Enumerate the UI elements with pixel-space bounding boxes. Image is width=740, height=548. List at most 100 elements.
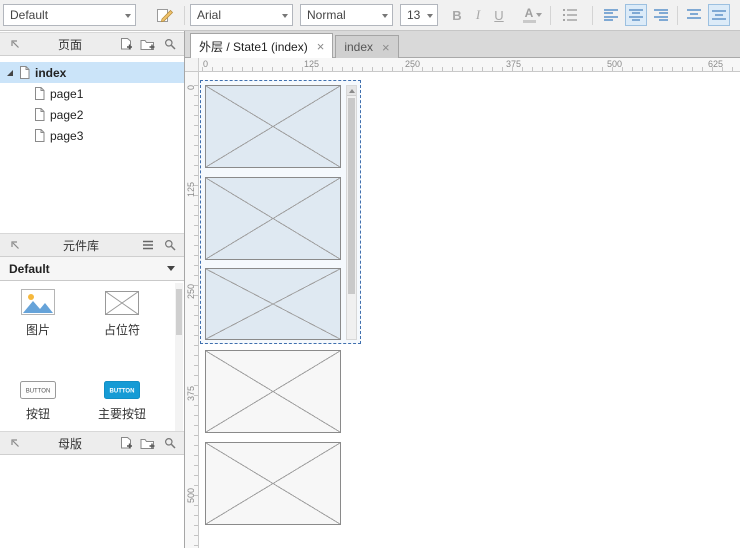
align-middle-icon bbox=[712, 9, 726, 21]
collapse-panel-button[interactable] bbox=[6, 237, 23, 254]
page-tree-item-page3[interactable]: page3 bbox=[0, 125, 184, 146]
pages-panel-header: 页面 bbox=[0, 32, 184, 56]
pages-tree: index page1 page2 page3 bbox=[0, 62, 184, 146]
ruler-label: 500 bbox=[607, 59, 622, 69]
add-master-button[interactable] bbox=[117, 435, 134, 452]
bullet-list-button[interactable] bbox=[558, 4, 582, 26]
font-size-value: 13 bbox=[407, 8, 420, 22]
placeholder-widget-5[interactable] bbox=[205, 442, 341, 525]
toolbar-separator bbox=[550, 6, 551, 25]
chevron-down-icon bbox=[282, 14, 288, 18]
scroll-up-button[interactable] bbox=[347, 86, 356, 96]
collapse-arrow-icon bbox=[10, 240, 20, 250]
page-file-icon bbox=[34, 129, 45, 142]
widget-item-button[interactable]: BUTTON 按钮 bbox=[2, 367, 74, 422]
toolbar: Default Arial Normal 13 B I U A bbox=[0, 0, 740, 31]
font-family-combo[interactable]: Arial bbox=[190, 4, 293, 26]
page-file-icon bbox=[34, 108, 45, 121]
tree-expander-icon bbox=[6, 69, 14, 77]
add-page-button[interactable] bbox=[117, 36, 134, 53]
toolbar-separator bbox=[677, 6, 678, 25]
button-widget-icon: BUTTON bbox=[20, 381, 56, 399]
chevron-down-icon bbox=[382, 14, 388, 18]
image-widget-icon bbox=[21, 289, 55, 315]
edit-style-button[interactable] bbox=[152, 4, 178, 26]
add-page-icon bbox=[119, 37, 133, 51]
widget-item-label: 占位符 bbox=[86, 321, 158, 338]
axure-window: Default Arial Normal 13 B I U A bbox=[0, 0, 740, 548]
placeholder-widget-2[interactable] bbox=[205, 177, 341, 260]
search-widgets-button[interactable] bbox=[161, 237, 178, 254]
page-file-icon bbox=[34, 87, 45, 100]
align-left-button[interactable] bbox=[600, 4, 622, 26]
primary-button-widget-icon: BUTTON bbox=[104, 381, 140, 399]
collapse-panel-button[interactable] bbox=[6, 36, 23, 53]
chevron-down-icon bbox=[536, 13, 542, 17]
widget-item-label: 图片 bbox=[2, 321, 74, 338]
close-tab-icon[interactable]: × bbox=[317, 40, 325, 53]
widget-item-label: 按钮 bbox=[2, 405, 74, 422]
widget-item-placeholder[interactable]: 占位符 bbox=[86, 283, 158, 338]
align-middle-button[interactable] bbox=[708, 4, 730, 26]
font-color-button[interactable]: A bbox=[516, 4, 542, 26]
placeholder-widget-icon bbox=[105, 291, 139, 315]
search-masters-button[interactable] bbox=[161, 435, 178, 452]
ruler-label: 125 bbox=[186, 182, 196, 197]
widget-library-panel-title: 元件库 bbox=[28, 237, 134, 254]
placeholder-widget-1[interactable] bbox=[205, 85, 341, 168]
align-right-icon bbox=[654, 9, 668, 21]
library-select-combo[interactable]: Default bbox=[0, 257, 184, 281]
style-preset-combo[interactable]: Default bbox=[3, 4, 136, 26]
add-master-folder-button[interactable] bbox=[139, 435, 156, 452]
style-preset-value: Default bbox=[10, 8, 48, 22]
arrow-up-icon bbox=[349, 89, 355, 93]
align-top-button[interactable] bbox=[683, 4, 705, 26]
tab-label: index bbox=[344, 40, 373, 54]
underline-button[interactable]: U bbox=[489, 4, 509, 26]
italic-button[interactable]: I bbox=[468, 4, 488, 26]
align-top-icon bbox=[687, 9, 701, 21]
design-canvas[interactable] bbox=[199, 72, 740, 548]
search-pages-button[interactable] bbox=[161, 36, 178, 53]
search-icon bbox=[164, 437, 176, 449]
page-tree-item-page2[interactable]: page2 bbox=[0, 104, 184, 125]
font-weight-combo[interactable]: Normal bbox=[300, 4, 393, 26]
widget-item-image[interactable]: 图片 bbox=[2, 283, 74, 338]
close-tab-icon[interactable]: × bbox=[382, 41, 390, 54]
page-tree-item-page1[interactable]: page1 bbox=[0, 83, 184, 104]
page-tree-item-index[interactable]: index bbox=[0, 62, 184, 83]
pencil-icon bbox=[156, 7, 174, 23]
panel-scrollbar[interactable] bbox=[346, 85, 357, 340]
tab-index[interactable]: index × bbox=[335, 35, 398, 58]
widget-item-primary-button[interactable]: BUTTON 主要按钮 bbox=[86, 367, 158, 422]
scrollbar-thumb[interactable] bbox=[348, 98, 355, 294]
collapse-panel-button[interactable] bbox=[6, 435, 23, 452]
chevron-down-icon bbox=[427, 14, 433, 18]
scrollbar-thumb[interactable] bbox=[176, 289, 182, 335]
font-color-swatch bbox=[523, 20, 536, 23]
library-select-value: Default bbox=[9, 262, 50, 276]
tab-state1-index[interactable]: 外层 / State1 (index) × bbox=[190, 33, 333, 58]
horizontal-ruler: 0 125 250 375 500 625 bbox=[199, 58, 740, 72]
placeholder-widget-4[interactable] bbox=[205, 350, 341, 433]
library-menu-button[interactable] bbox=[139, 237, 156, 254]
add-folder-icon bbox=[140, 437, 155, 450]
chevron-down-icon bbox=[125, 14, 131, 18]
add-folder-button[interactable] bbox=[139, 36, 156, 53]
sidebar: 页面 index page1 page2 bbox=[0, 31, 185, 548]
font-weight-value: Normal bbox=[307, 8, 346, 22]
widget-item-label: 主要按钮 bbox=[86, 405, 158, 422]
ruler-label: 0 bbox=[186, 85, 196, 90]
masters-panel-header: 母版 bbox=[0, 431, 184, 455]
ruler-corner bbox=[185, 58, 199, 72]
ruler-label: 375 bbox=[186, 386, 196, 401]
align-right-button[interactable] bbox=[650, 4, 672, 26]
bold-button[interactable]: B bbox=[447, 4, 467, 26]
ruler-label: 500 bbox=[186, 488, 196, 503]
toolbar-separator bbox=[592, 6, 593, 25]
font-size-combo[interactable]: 13 bbox=[400, 4, 438, 26]
placeholder-widget-3[interactable] bbox=[205, 268, 341, 340]
align-center-button[interactable] bbox=[625, 4, 647, 26]
widget-panel-scrollbar[interactable] bbox=[175, 283, 183, 431]
align-center-icon bbox=[629, 9, 643, 21]
